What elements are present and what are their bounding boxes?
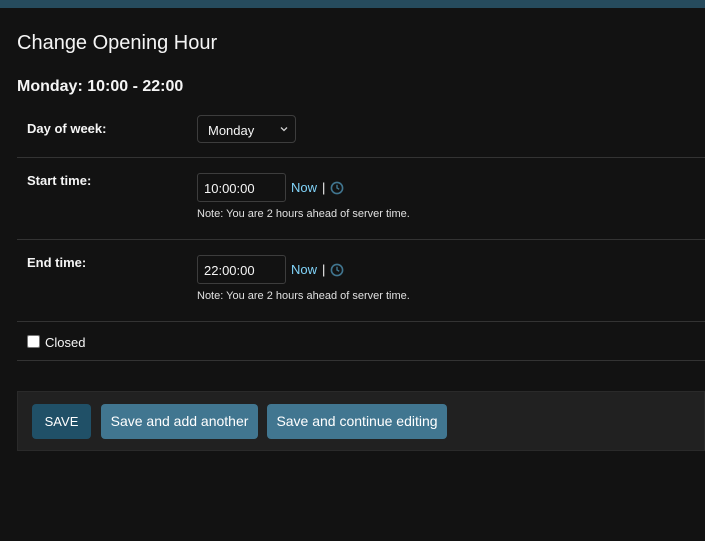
closed-checkbox[interactable] xyxy=(27,335,40,348)
day-of-week-value: Monday xyxy=(208,123,255,138)
day-of-week-select[interactable]: Monday xyxy=(197,115,296,143)
header-bar xyxy=(0,0,705,8)
start-time-input[interactable]: 10:00:00 xyxy=(197,173,286,202)
object-title: Monday: 10:00 - 22:00 xyxy=(17,78,184,95)
clock-icon[interactable] xyxy=(330,181,344,195)
end-time-value: 22:00:00 xyxy=(204,263,255,278)
form-row-start-time: Start time: 10:00:00 Now | Note: You are… xyxy=(17,158,705,240)
end-time-input[interactable]: 22:00:00 xyxy=(197,255,286,284)
end-time-note: Note: You are 2 hours ahead of server ti… xyxy=(197,290,410,302)
start-time-label: Start time: xyxy=(27,173,92,188)
form-row-day-of-week: Day of week: Monday xyxy=(17,108,705,158)
day-of-week-label: Day of week: xyxy=(27,121,107,136)
start-time-separator: | xyxy=(322,180,326,195)
start-time-value: 10:00:00 xyxy=(204,181,255,196)
end-time-now-link[interactable]: Now xyxy=(291,262,317,277)
save-and-continue-editing-button[interactable]: Save and continue editing xyxy=(267,404,447,439)
submit-row: SAVE Save and add another Save and conti… xyxy=(17,391,705,451)
end-time-separator: | xyxy=(322,262,326,277)
chevron-down-icon xyxy=(280,127,288,132)
save-and-add-another-button[interactable]: Save and add another xyxy=(101,404,258,439)
closed-label[interactable]: Closed xyxy=(45,335,85,350)
page-title: Change Opening Hour xyxy=(17,32,218,54)
start-time-now-link[interactable]: Now xyxy=(291,180,317,195)
clock-icon[interactable] xyxy=(330,263,344,277)
start-time-note: Note: You are 2 hours ahead of server ti… xyxy=(197,208,410,220)
save-button[interactable]: SAVE xyxy=(32,404,91,439)
form-row-end-time: End time: 22:00:00 Now | Note: You are 2… xyxy=(17,240,705,322)
end-time-label: End time: xyxy=(27,255,87,270)
form-row-closed: Closed xyxy=(17,322,705,361)
